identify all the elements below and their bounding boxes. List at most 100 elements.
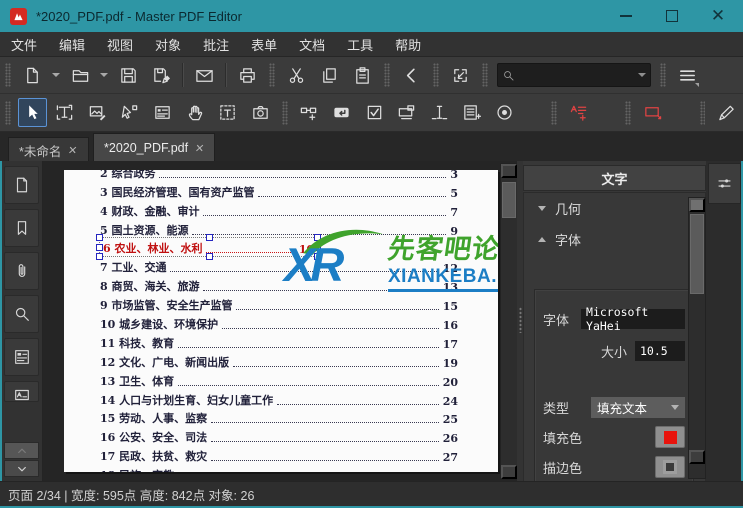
- title-bar[interactable]: *2020_PDF.pdf - Master PDF Editor ✕: [0, 0, 743, 32]
- toc-entry-18[interactable]: 18 民族、宗教28: [100, 464, 458, 472]
- toolbar-grip[interactable]: [269, 63, 275, 87]
- toc-entry-11[interactable]: 11 科技、教育17: [100, 332, 458, 351]
- listbox-field-tool-button[interactable]: [458, 98, 487, 127]
- document-tab-1[interactable]: *未命名✕: [8, 137, 89, 162]
- fill-color-button[interactable]: [655, 426, 685, 448]
- email-button[interactable]: [190, 61, 219, 90]
- toc-entry-12[interactable]: 12 文化、广电、新闻出版19: [100, 351, 458, 370]
- paste-button[interactable]: [348, 61, 377, 90]
- document-tab-2[interactable]: *2020_PDF.pdf✕: [93, 133, 215, 162]
- section-geometry[interactable]: 几何: [524, 193, 705, 224]
- menu-item-1[interactable]: 文件: [0, 32, 48, 57]
- sidebar-page-thumbnails-button[interactable]: [4, 166, 39, 204]
- text-field-tool-button[interactable]: [425, 98, 454, 127]
- sidebar-form-fields-button[interactable]: [4, 338, 39, 376]
- push-button-field-tool-button[interactable]: [327, 98, 356, 127]
- doc-scroll-down-button[interactable]: [501, 465, 517, 479]
- combobox-field-tool-button[interactable]: [392, 98, 421, 127]
- splitter-grip[interactable]: [519, 307, 522, 333]
- new-document-button[interactable]: [18, 61, 47, 90]
- toolbar-grip[interactable]: [551, 101, 557, 125]
- document-search-dropdown-button[interactable]: [634, 65, 650, 85]
- selection-handle-ml[interactable]: [96, 244, 103, 251]
- open-file-button[interactable]: [66, 61, 95, 90]
- close-button[interactable]: ✕: [695, 0, 741, 32]
- edit-image-tool-button[interactable]: [83, 98, 112, 127]
- selection-handle-tl[interactable]: [96, 234, 103, 241]
- toolbar-grip[interactable]: [700, 101, 706, 125]
- type-select[interactable]: 填充文本: [591, 397, 685, 418]
- radio-field-tool-button[interactable]: [490, 98, 519, 127]
- toc-entry-2[interactable]: 2 综合政务3: [100, 170, 458, 181]
- print-button[interactable]: [233, 61, 262, 90]
- tab-close-icon[interactable]: ✕: [194, 142, 205, 155]
- panel-scroll-down-button[interactable]: [689, 450, 705, 464]
- save-button[interactable]: [114, 61, 143, 90]
- sticky-note-annotation-tool-button[interactable]: [564, 98, 593, 127]
- menu-item-6[interactable]: 表单: [240, 32, 288, 57]
- fit-page-button[interactable]: [446, 61, 475, 90]
- font-size-field[interactable]: 10.5: [635, 341, 685, 361]
- sidebar-scroll-up-button[interactable]: [4, 442, 39, 459]
- pdf-page[interactable]: 2 综合政务33 国民经济管理、国有资产监管54 财政、金融、审计75 国土资源…: [64, 170, 498, 472]
- menu-item-2[interactable]: 编辑: [48, 32, 96, 57]
- toc-entry-15[interactable]: 15 劳动、人事、监察25: [100, 408, 458, 427]
- main-menu-button[interactable]: [673, 61, 702, 90]
- selection-handle-tm[interactable]: [206, 234, 213, 241]
- menu-item-8[interactable]: 工具: [336, 32, 384, 57]
- sidebar-signatures-button[interactable]: [4, 381, 39, 402]
- toolbar-grip[interactable]: [660, 63, 666, 87]
- font-family-field[interactable]: Microsoft YaHei: [581, 309, 685, 329]
- toolbar-grip[interactable]: [625, 101, 631, 125]
- doc-scroll-up-button[interactable]: [501, 164, 517, 178]
- select-tool-button[interactable]: [18, 98, 47, 127]
- edit-text-tool-button[interactable]: [51, 98, 80, 127]
- new-document-dropdown-button[interactable]: [49, 61, 62, 90]
- rectangle-annotation-tool-button[interactable]: [638, 98, 667, 127]
- selection-handle-bl[interactable]: [96, 253, 103, 260]
- toolbar-grip[interactable]: [482, 63, 488, 87]
- toolbar-grip[interactable]: [5, 63, 11, 87]
- menu-item-3[interactable]: 视图: [96, 32, 144, 57]
- toc-entry-4[interactable]: 4 财政、金融、审计7: [100, 200, 458, 219]
- edit-path-tool-button[interactable]: [116, 98, 145, 127]
- snapshot-tool-button[interactable]: [246, 98, 275, 127]
- toolbar-grip[interactable]: [384, 63, 390, 87]
- cut-button[interactable]: [282, 61, 311, 90]
- menu-item-4[interactable]: 对象: [144, 32, 192, 57]
- edit-form-tool-button[interactable]: [148, 98, 177, 127]
- toc-entry-14[interactable]: 14 人口与计划生育、妇女儿童工作24: [100, 389, 458, 408]
- toc-entry-10[interactable]: 10 城乡建设、环境保护16: [100, 313, 458, 332]
- minimize-button[interactable]: [603, 0, 649, 32]
- toolbar-grip[interactable]: [5, 101, 11, 125]
- open-file-dropdown-button[interactable]: [97, 61, 110, 90]
- add-link-tool-button[interactable]: [295, 98, 324, 127]
- panel-scroll-up-button[interactable]: [689, 198, 705, 212]
- pen-annotation-tool-button[interactable]: [712, 98, 741, 127]
- sidebar-attachments-button[interactable]: [4, 252, 39, 290]
- sidebar-search-pane-button[interactable]: [4, 295, 39, 333]
- toc-entry-16[interactable]: 16 公安、安全、司法26: [100, 426, 458, 445]
- sidebar-bookmarks-button[interactable]: [4, 209, 39, 247]
- menu-item-9[interactable]: 帮助: [384, 32, 432, 57]
- toc-entry-13[interactable]: 13 卫生、体育20: [100, 370, 458, 389]
- hand-tool-button[interactable]: [181, 98, 210, 127]
- document-scrollbar[interactable]: [500, 163, 518, 480]
- panel-scrollbar[interactable]: [688, 197, 706, 479]
- document-search-input[interactable]: [519, 67, 634, 83]
- save-as-button[interactable]: [147, 61, 176, 90]
- selection-handle-bm[interactable]: [206, 253, 213, 260]
- section-font[interactable]: 字体: [524, 224, 705, 255]
- menu-item-5[interactable]: 批注: [192, 32, 240, 57]
- toc-entry-3[interactable]: 3 国民经济管理、国有资产监管5: [100, 181, 458, 200]
- properties-tab[interactable]: [708, 163, 741, 204]
- maximize-button[interactable]: [649, 0, 695, 32]
- stroke-color-button[interactable]: [655, 456, 685, 478]
- doc-scrollbar-thumb[interactable]: [502, 182, 516, 218]
- tab-close-icon[interactable]: ✕: [67, 144, 78, 157]
- menu-item-7[interactable]: 文档: [288, 32, 336, 57]
- panel-scrollbar-thumb[interactable]: [690, 214, 704, 294]
- toc-entry-17[interactable]: 17 民政、扶贫、救灾27: [100, 445, 458, 464]
- sidebar-scroll-down-button[interactable]: [4, 460, 39, 477]
- checkbox-field-tool-button[interactable]: [360, 98, 389, 127]
